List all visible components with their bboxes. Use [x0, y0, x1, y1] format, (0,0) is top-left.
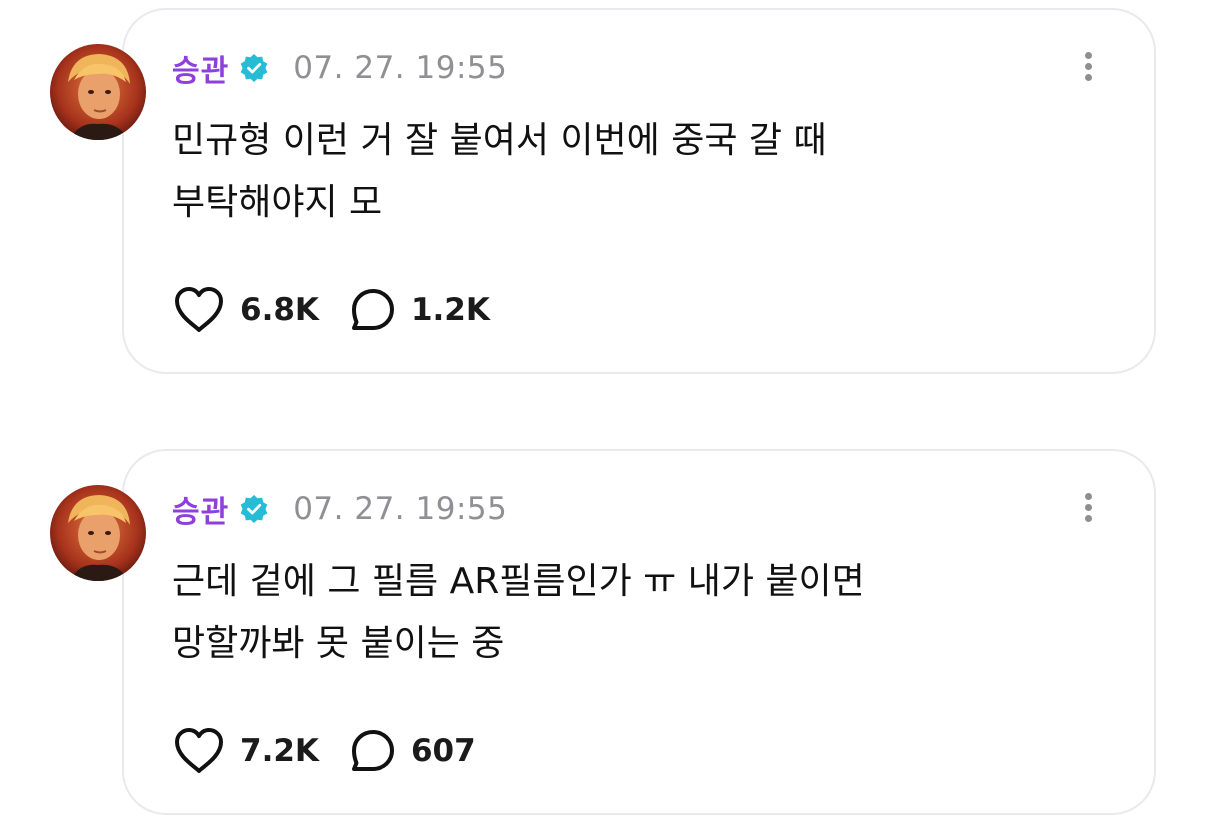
avatar[interactable]: [50, 44, 146, 140]
post-text-line: 부탁해야지 모: [172, 182, 383, 223]
timestamp: 07. 27. 19:55: [293, 50, 508, 86]
author-name[interactable]: 승관: [172, 46, 229, 90]
more-options-button[interactable]: [1078, 489, 1098, 533]
comment-count: 1.2K: [410, 292, 490, 328]
timestamp: 07. 27. 19:55: [293, 491, 508, 527]
post-text: 민규형 이런 거 잘 붙여서 이번에 중국 갈 때 부탁해야지 모: [172, 110, 1072, 234]
more-vertical-icon: [1078, 493, 1098, 522]
more-vertical-icon: [1078, 52, 1098, 81]
post-header: 승관 07. 27. 19:55: [172, 46, 508, 90]
author-name[interactable]: 승관: [172, 487, 229, 531]
like-count: 7.2K: [240, 733, 319, 769]
post-text-line: 민규형 이런 거 잘 붙여서 이번에 중국 갈 때: [172, 120, 827, 161]
verified-badge-icon: [240, 54, 268, 82]
post-text-line: 근데 겉에 그 필름 AR필름인가 ㅠ 내가 붙이면: [172, 561, 865, 602]
avatar[interactable]: [50, 485, 146, 581]
like-button[interactable]: 6.8K: [172, 285, 319, 335]
like-count: 6.8K: [240, 292, 319, 328]
post-header: 승관 07. 27. 19:55: [172, 487, 508, 531]
post-text: 근데 겉에 그 필름 AR필름인가 ㅠ 내가 붙이면 망할까봐 못 붙이는 중: [172, 551, 1072, 675]
comment-bubble-icon: [351, 289, 394, 330]
more-options-button[interactable]: [1078, 48, 1098, 92]
verified-badge-icon: [240, 495, 268, 523]
post-actions: 7.2K 607: [172, 723, 476, 779]
post-text-line: 망할까봐 못 붙이는 중: [172, 623, 505, 664]
heart-icon: [175, 287, 223, 332]
post-card[interactable]: 승관 07. 27. 19:55 민규형 이런 거 잘 붙여서 이번에 중국 갈…: [50, 8, 1156, 374]
like-button[interactable]: 7.2K: [172, 726, 319, 776]
comment-bubble-icon: [351, 730, 394, 771]
comment-button[interactable]: 1.2K: [349, 286, 490, 334]
heart-icon: [175, 728, 223, 773]
post-actions: 6.8K 1.2K: [172, 282, 490, 338]
post-card[interactable]: 승관 07. 27. 19:55 근데 겉에 그 필름 AR필름인가 ㅠ 내가 …: [50, 449, 1156, 815]
comment-count: 607: [410, 733, 476, 769]
avatar-image: [50, 44, 146, 140]
avatar-image: [50, 485, 146, 581]
comment-button[interactable]: 607: [349, 727, 476, 775]
